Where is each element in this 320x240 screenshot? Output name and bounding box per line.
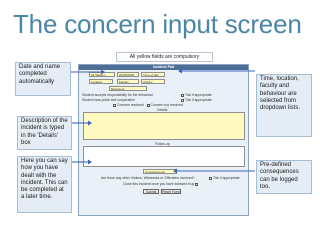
arrowhead-how-dealt [88,159,92,165]
callout-arrows [71,68,255,174]
arrowhead-consequences [173,168,177,174]
arrowhead-description [88,120,92,126]
arrowhead-time-location [178,68,182,74]
arrowhead-date-name [101,69,105,75]
